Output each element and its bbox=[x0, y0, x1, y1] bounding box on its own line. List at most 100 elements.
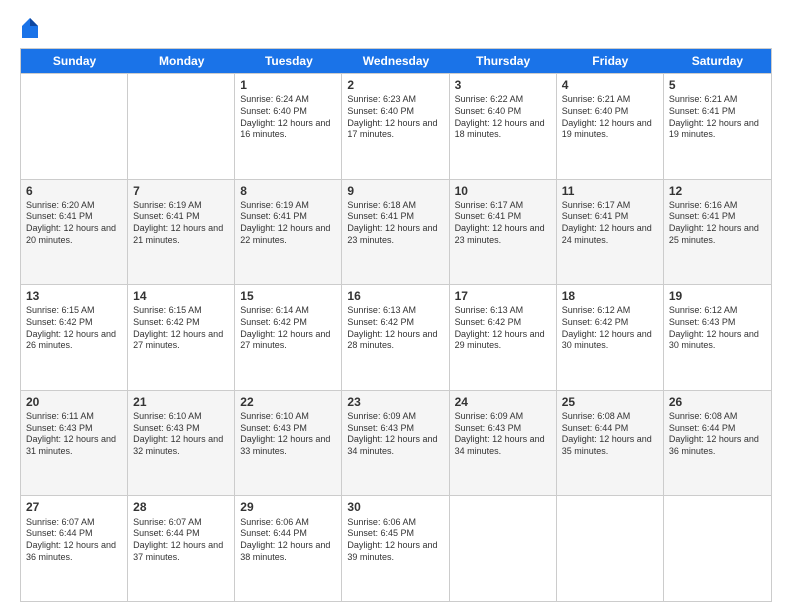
day-info: Sunrise: 6:09 AM Sunset: 6:43 PM Dayligh… bbox=[455, 411, 551, 458]
day-cell-22: 22Sunrise: 6:10 AM Sunset: 6:43 PM Dayli… bbox=[235, 391, 342, 496]
calendar-row-1: 1Sunrise: 6:24 AM Sunset: 6:40 PM Daylig… bbox=[21, 73, 771, 179]
day-cell-10: 10Sunrise: 6:17 AM Sunset: 6:41 PM Dayli… bbox=[450, 180, 557, 285]
empty-cell bbox=[21, 74, 128, 179]
day-cell-24: 24Sunrise: 6:09 AM Sunset: 6:43 PM Dayli… bbox=[450, 391, 557, 496]
day-info: Sunrise: 6:15 AM Sunset: 6:42 PM Dayligh… bbox=[26, 305, 122, 352]
day-cell-23: 23Sunrise: 6:09 AM Sunset: 6:43 PM Dayli… bbox=[342, 391, 449, 496]
day-info: Sunrise: 6:09 AM Sunset: 6:43 PM Dayligh… bbox=[347, 411, 443, 458]
logo-blue bbox=[20, 16, 38, 38]
day-number: 22 bbox=[240, 394, 336, 410]
day-info: Sunrise: 6:08 AM Sunset: 6:44 PM Dayligh… bbox=[562, 411, 658, 458]
day-number: 17 bbox=[455, 288, 551, 304]
day-info: Sunrise: 6:07 AM Sunset: 6:44 PM Dayligh… bbox=[26, 517, 122, 564]
day-info: Sunrise: 6:19 AM Sunset: 6:41 PM Dayligh… bbox=[133, 200, 229, 247]
day-of-week-thursday: Thursday bbox=[450, 49, 557, 73]
day-info: Sunrise: 6:18 AM Sunset: 6:41 PM Dayligh… bbox=[347, 200, 443, 247]
day-number: 6 bbox=[26, 183, 122, 199]
day-cell-26: 26Sunrise: 6:08 AM Sunset: 6:44 PM Dayli… bbox=[664, 391, 771, 496]
day-cell-9: 9Sunrise: 6:18 AM Sunset: 6:41 PM Daylig… bbox=[342, 180, 449, 285]
day-number: 21 bbox=[133, 394, 229, 410]
day-info: Sunrise: 6:23 AM Sunset: 6:40 PM Dayligh… bbox=[347, 94, 443, 141]
day-of-week-tuesday: Tuesday bbox=[235, 49, 342, 73]
day-info: Sunrise: 6:07 AM Sunset: 6:44 PM Dayligh… bbox=[133, 517, 229, 564]
day-number: 1 bbox=[240, 77, 336, 93]
day-info: Sunrise: 6:24 AM Sunset: 6:40 PM Dayligh… bbox=[240, 94, 336, 141]
day-number: 12 bbox=[669, 183, 766, 199]
day-number: 14 bbox=[133, 288, 229, 304]
day-cell-12: 12Sunrise: 6:16 AM Sunset: 6:41 PM Dayli… bbox=[664, 180, 771, 285]
day-cell-19: 19Sunrise: 6:12 AM Sunset: 6:43 PM Dayli… bbox=[664, 285, 771, 390]
day-number: 13 bbox=[26, 288, 122, 304]
day-number: 11 bbox=[562, 183, 658, 199]
day-info: Sunrise: 6:16 AM Sunset: 6:41 PM Dayligh… bbox=[669, 200, 766, 247]
empty-cell bbox=[128, 74, 235, 179]
day-cell-13: 13Sunrise: 6:15 AM Sunset: 6:42 PM Dayli… bbox=[21, 285, 128, 390]
day-cell-2: 2Sunrise: 6:23 AM Sunset: 6:40 PM Daylig… bbox=[342, 74, 449, 179]
page: SundayMondayTuesdayWednesdayThursdayFrid… bbox=[0, 0, 792, 612]
day-cell-18: 18Sunrise: 6:12 AM Sunset: 6:42 PM Dayli… bbox=[557, 285, 664, 390]
day-cell-11: 11Sunrise: 6:17 AM Sunset: 6:41 PM Dayli… bbox=[557, 180, 664, 285]
day-info: Sunrise: 6:10 AM Sunset: 6:43 PM Dayligh… bbox=[240, 411, 336, 458]
calendar-row-2: 6Sunrise: 6:20 AM Sunset: 6:41 PM Daylig… bbox=[21, 179, 771, 285]
empty-cell bbox=[557, 496, 664, 601]
empty-cell bbox=[450, 496, 557, 601]
day-number: 8 bbox=[240, 183, 336, 199]
day-cell-8: 8Sunrise: 6:19 AM Sunset: 6:41 PM Daylig… bbox=[235, 180, 342, 285]
day-info: Sunrise: 6:22 AM Sunset: 6:40 PM Dayligh… bbox=[455, 94, 551, 141]
day-cell-1: 1Sunrise: 6:24 AM Sunset: 6:40 PM Daylig… bbox=[235, 74, 342, 179]
day-cell-6: 6Sunrise: 6:20 AM Sunset: 6:41 PM Daylig… bbox=[21, 180, 128, 285]
calendar: SundayMondayTuesdayWednesdayThursdayFrid… bbox=[20, 48, 772, 602]
day-of-week-sunday: Sunday bbox=[21, 49, 128, 73]
logo bbox=[20, 16, 38, 38]
day-cell-29: 29Sunrise: 6:06 AM Sunset: 6:44 PM Dayli… bbox=[235, 496, 342, 601]
day-cell-17: 17Sunrise: 6:13 AM Sunset: 6:42 PM Dayli… bbox=[450, 285, 557, 390]
day-number: 4 bbox=[562, 77, 658, 93]
day-number: 15 bbox=[240, 288, 336, 304]
day-info: Sunrise: 6:08 AM Sunset: 6:44 PM Dayligh… bbox=[669, 411, 766, 458]
day-number: 5 bbox=[669, 77, 766, 93]
day-number: 28 bbox=[133, 499, 229, 515]
day-number: 10 bbox=[455, 183, 551, 199]
day-number: 24 bbox=[455, 394, 551, 410]
day-cell-4: 4Sunrise: 6:21 AM Sunset: 6:40 PM Daylig… bbox=[557, 74, 664, 179]
day-number: 7 bbox=[133, 183, 229, 199]
day-number: 18 bbox=[562, 288, 658, 304]
day-cell-16: 16Sunrise: 6:13 AM Sunset: 6:42 PM Dayli… bbox=[342, 285, 449, 390]
calendar-row-4: 20Sunrise: 6:11 AM Sunset: 6:43 PM Dayli… bbox=[21, 390, 771, 496]
day-of-week-monday: Monday bbox=[128, 49, 235, 73]
day-cell-21: 21Sunrise: 6:10 AM Sunset: 6:43 PM Dayli… bbox=[128, 391, 235, 496]
day-number: 2 bbox=[347, 77, 443, 93]
day-of-week-friday: Friday bbox=[557, 49, 664, 73]
day-info: Sunrise: 6:13 AM Sunset: 6:42 PM Dayligh… bbox=[347, 305, 443, 352]
day-cell-20: 20Sunrise: 6:11 AM Sunset: 6:43 PM Dayli… bbox=[21, 391, 128, 496]
day-cell-27: 27Sunrise: 6:07 AM Sunset: 6:44 PM Dayli… bbox=[21, 496, 128, 601]
day-number: 16 bbox=[347, 288, 443, 304]
calendar-body: 1Sunrise: 6:24 AM Sunset: 6:40 PM Daylig… bbox=[21, 73, 771, 601]
day-info: Sunrise: 6:19 AM Sunset: 6:41 PM Dayligh… bbox=[240, 200, 336, 247]
calendar-row-5: 27Sunrise: 6:07 AM Sunset: 6:44 PM Dayli… bbox=[21, 495, 771, 601]
day-info: Sunrise: 6:21 AM Sunset: 6:40 PM Dayligh… bbox=[562, 94, 658, 141]
day-of-week-wednesday: Wednesday bbox=[342, 49, 449, 73]
day-number: 3 bbox=[455, 77, 551, 93]
header bbox=[20, 16, 772, 38]
day-info: Sunrise: 6:11 AM Sunset: 6:43 PM Dayligh… bbox=[26, 411, 122, 458]
day-of-week-saturday: Saturday bbox=[664, 49, 771, 73]
day-info: Sunrise: 6:17 AM Sunset: 6:41 PM Dayligh… bbox=[562, 200, 658, 247]
day-info: Sunrise: 6:14 AM Sunset: 6:42 PM Dayligh… bbox=[240, 305, 336, 352]
day-info: Sunrise: 6:10 AM Sunset: 6:43 PM Dayligh… bbox=[133, 411, 229, 458]
day-cell-3: 3Sunrise: 6:22 AM Sunset: 6:40 PM Daylig… bbox=[450, 74, 557, 179]
day-cell-25: 25Sunrise: 6:08 AM Sunset: 6:44 PM Dayli… bbox=[557, 391, 664, 496]
day-info: Sunrise: 6:12 AM Sunset: 6:43 PM Dayligh… bbox=[669, 305, 766, 352]
day-cell-5: 5Sunrise: 6:21 AM Sunset: 6:41 PM Daylig… bbox=[664, 74, 771, 179]
day-number: 9 bbox=[347, 183, 443, 199]
day-cell-15: 15Sunrise: 6:14 AM Sunset: 6:42 PM Dayli… bbox=[235, 285, 342, 390]
day-cell-14: 14Sunrise: 6:15 AM Sunset: 6:42 PM Dayli… bbox=[128, 285, 235, 390]
day-info: Sunrise: 6:17 AM Sunset: 6:41 PM Dayligh… bbox=[455, 200, 551, 247]
day-number: 19 bbox=[669, 288, 766, 304]
day-cell-30: 30Sunrise: 6:06 AM Sunset: 6:45 PM Dayli… bbox=[342, 496, 449, 601]
day-info: Sunrise: 6:21 AM Sunset: 6:41 PM Dayligh… bbox=[669, 94, 766, 141]
day-info: Sunrise: 6:20 AM Sunset: 6:41 PM Dayligh… bbox=[26, 200, 122, 247]
day-info: Sunrise: 6:06 AM Sunset: 6:44 PM Dayligh… bbox=[240, 517, 336, 564]
day-info: Sunrise: 6:06 AM Sunset: 6:45 PM Dayligh… bbox=[347, 517, 443, 564]
day-info: Sunrise: 6:13 AM Sunset: 6:42 PM Dayligh… bbox=[455, 305, 551, 352]
